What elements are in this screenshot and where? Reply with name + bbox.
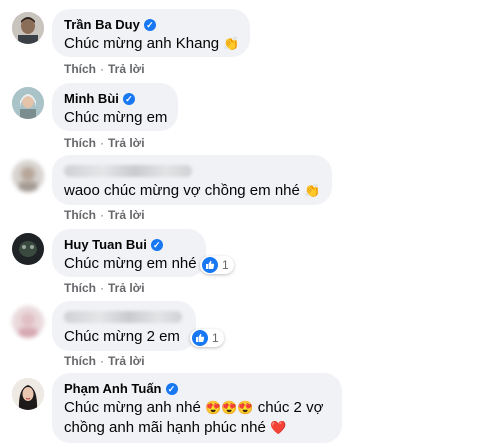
commenter-name[interactable]: Trần Ba Duy ✓ (64, 16, 238, 33)
verified-badge-icon: ✓ (165, 382, 178, 395)
reaction-count-text: 1 (222, 258, 229, 272)
comment-actions: Thích · Trả lời (64, 62, 145, 76)
comment-text-body: Chúc mừng anh nhé (64, 399, 201, 416)
comment-text-body: waoo chúc mừng vợ chồng em nhé (64, 182, 300, 199)
comment-actions: Thích · Trả lời (64, 208, 145, 222)
comment-bubble: Minh Bùi ✓ Chúc mừng em (52, 83, 178, 131)
reply-link[interactable]: Trả lời (108, 136, 145, 150)
avatar[interactable] (12, 233, 44, 265)
reply-link[interactable]: Trả lời (108, 208, 145, 222)
comment-bubble: Huy Tuan Bui ✓ Chúc mừng em nhé (52, 229, 206, 277)
commenter-name[interactable]: Minh Bùi ✓ (64, 90, 166, 107)
like-link[interactable]: Thích (64, 208, 96, 222)
like-link[interactable]: Thích (64, 136, 96, 150)
comment-text-body: Chúc mừng anh Khang (64, 35, 220, 52)
comment-text: waoo chúc mừng vợ chồng em nhé 👏 (64, 181, 320, 201)
commenter-name-text[interactable]: Minh Bùi (64, 90, 119, 107)
like-link[interactable]: Thích (64, 62, 96, 76)
reaction-count[interactable]: 1 (200, 256, 234, 274)
like-link[interactable]: Thích (64, 281, 96, 295)
comment-bubble: Chúc mừng 2 em (52, 301, 196, 351)
blurred-commenter-name[interactable] (64, 165, 192, 177)
like-reaction-icon (202, 257, 218, 273)
commenter-name-text[interactable]: Huy Tuan Bui (64, 236, 147, 253)
like-reaction-icon (192, 330, 208, 346)
comment-text: Chúc mừng anh Khang 👏 (64, 34, 240, 54)
comment-bubble: Phạm Anh Tuấn ✓ Chúc mừng anh nhé 😍😍😍 ch… (52, 373, 342, 443)
reply-link[interactable]: Trả lời (108, 62, 145, 76)
blurred-commenter-name[interactable] (64, 311, 182, 323)
verified-badge-icon: ✓ (143, 18, 156, 31)
heart-eyes-emoji-icon: 😍😍😍 (204, 400, 254, 415)
comment-bubble: Trần Ba Duy ✓ Chúc mừng anh Khang 👏 (52, 9, 250, 57)
clapping-hands-icon: 👏 (304, 183, 321, 198)
avatar[interactable] (12, 87, 44, 119)
separator: · (100, 136, 104, 150)
reply-link[interactable]: Trả lời (108, 354, 145, 368)
commenter-name[interactable]: Huy Tuan Bui ✓ (64, 236, 194, 253)
verified-badge-icon: ✓ (122, 92, 135, 105)
commenter-name-text[interactable]: Trần Ba Duy (64, 16, 140, 33)
comment-text: Chúc mừng anh nhé 😍😍😍 chúc 2 vợ chồng an… (64, 398, 330, 438)
separator: · (100, 208, 104, 222)
avatar[interactable] (12, 12, 44, 44)
comment-bubble: waoo chúc mừng vợ chồng em nhé 👏 (52, 155, 332, 205)
comment-text: Chúc mừng em nhé (64, 255, 197, 272)
comment-actions: Thích · Trả lời (64, 354, 145, 368)
avatar[interactable] (12, 160, 44, 192)
clapping-hands-icon: 👏 (223, 36, 240, 51)
comment-text: Chúc mừng 2 em (64, 328, 180, 345)
reaction-count[interactable]: 1 (190, 329, 224, 347)
separator: · (100, 281, 104, 295)
avatar[interactable] (12, 306, 44, 338)
reply-link[interactable]: Trả lời (108, 281, 145, 295)
reaction-count-text: 1 (212, 331, 219, 345)
commenter-name-text[interactable]: Phạm Anh Tuấn (64, 380, 162, 397)
heart-icon: ❤️ (270, 420, 287, 435)
commenter-name[interactable]: Phạm Anh Tuấn ✓ (64, 380, 330, 397)
comment-text: Chúc mừng em (64, 109, 168, 126)
like-link[interactable]: Thích (64, 354, 96, 368)
verified-badge-icon: ✓ (150, 238, 163, 251)
separator: · (100, 62, 104, 76)
avatar[interactable] (12, 378, 44, 410)
comment-actions: Thích · Trả lời (64, 136, 145, 150)
separator: · (100, 354, 104, 368)
comment-actions: Thích · Trả lời (64, 281, 145, 295)
